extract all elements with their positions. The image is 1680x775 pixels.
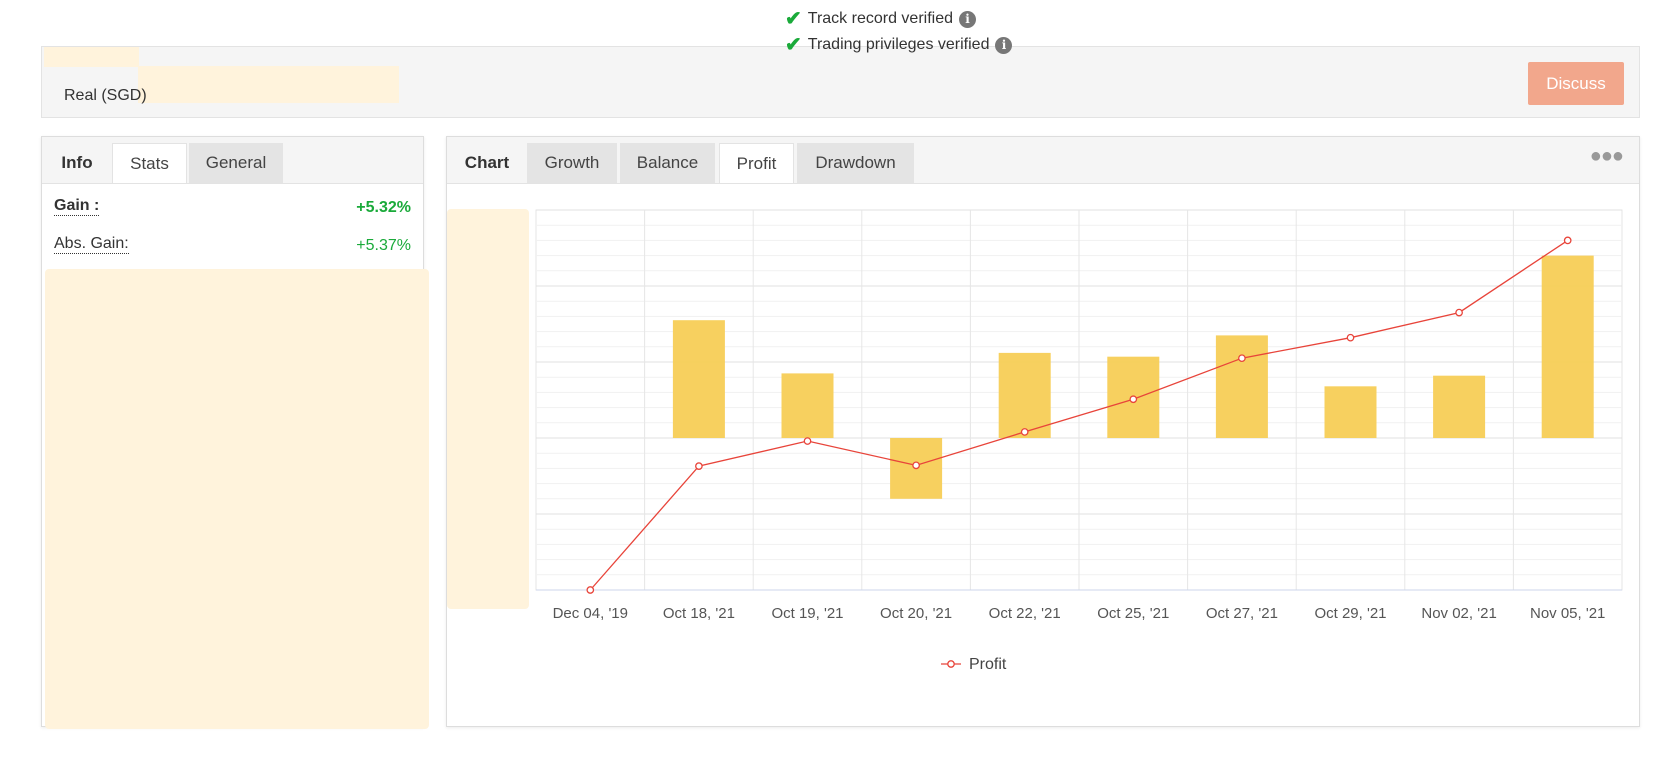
stats-tabbar: Info Stats General (42, 137, 423, 184)
bar (1215, 335, 1268, 438)
chart-panel: Chart Growth Balance Profit Drawdown ●●●… (446, 136, 1640, 727)
profit-point (912, 461, 920, 470)
x-tick-label: Nov 02, '21 (1421, 605, 1496, 622)
x-tick-label: Oct 22, '21 (989, 605, 1061, 622)
profit-chart: Dec 04, '19 Oct 18, '21 Oct 19, '21 Oct 20,… (535, 209, 1623, 673)
tab-drawdown[interactable]: Drawdown (797, 143, 914, 183)
legend-label: Profit (969, 656, 1007, 673)
bar (781, 373, 834, 438)
x-tick-label: Oct 29, '21 (1314, 605, 1386, 622)
profit-point (586, 586, 595, 594)
redacted-area (45, 269, 429, 729)
verification-text: Track record verified (807, 10, 953, 27)
check-icon: ✔ (785, 8, 802, 30)
bar (1433, 375, 1486, 438)
profit-point (1020, 428, 1029, 436)
x-tick-label: Oct 20, '21 (880, 605, 952, 622)
tab-balance[interactable]: Balance (620, 143, 715, 183)
account-header: Real (SGD) ✔ Track record verified i ✔ T… (41, 9, 1640, 118)
tab-info[interactable]: Info (42, 143, 112, 183)
x-tick-label: Dec 04, '19 (553, 605, 628, 622)
profit-point (1455, 308, 1463, 317)
account-type-label: Real (SGD) (64, 87, 147, 104)
trading-privileges-verified: ✔ Trading privileges verified i (785, 34, 1013, 56)
profit-point (1563, 236, 1572, 245)
tab-profit[interactable]: Profit (719, 143, 794, 183)
x-tick-label: Oct 27, '21 (1206, 605, 1278, 622)
info-icon[interactable]: i (959, 10, 976, 28)
tab-stats[interactable]: Stats (112, 143, 187, 183)
bar (998, 352, 1051, 438)
info-icon[interactable]: i (995, 36, 1013, 54)
verification-text: Trading privileges verified (807, 36, 990, 53)
bar (1541, 255, 1594, 438)
bar (672, 320, 725, 438)
track-record-verified: ✔ Track record verified i (785, 9, 976, 29)
redacted-area (44, 47, 139, 67)
redacted-area (138, 66, 399, 103)
profit-point (1346, 333, 1355, 342)
gain-label[interactable]: Gain : (54, 197, 100, 216)
x-tick-label: Oct 19, '21 (771, 605, 843, 622)
profit-point (1238, 354, 1246, 363)
stats-panel: Info Stats General Gain : +5.32% Abs. Ga… (41, 136, 429, 729)
profit-point (1129, 395, 1138, 404)
x-tick-label: Nov 05, '21 (1530, 605, 1605, 622)
abs-gain-label[interactable]: Abs. Gain: (54, 235, 129, 254)
x-tick-label: Oct 18, '21 (663, 605, 735, 622)
tab-growth[interactable]: Growth (527, 143, 617, 183)
legend-marker (947, 660, 955, 668)
more-dots-icon[interactable]: ●●● (1590, 145, 1624, 168)
x-tick-label: Oct 25, '21 (1097, 605, 1169, 622)
chart-tabbar: Chart Growth Balance Profit Drawdown ●●● (447, 137, 1639, 184)
bar (1324, 386, 1377, 438)
chart-heading: Chart (464, 153, 510, 172)
check-icon: ✔ (785, 34, 802, 56)
discuss-button[interactable]: Discuss (1528, 62, 1624, 105)
tab-general[interactable]: General (189, 143, 283, 183)
abs-gain-value: +5.37% (356, 237, 411, 254)
profit-point (695, 462, 703, 470)
profit-point (803, 437, 812, 445)
gain-value: +5.32% (356, 199, 411, 216)
